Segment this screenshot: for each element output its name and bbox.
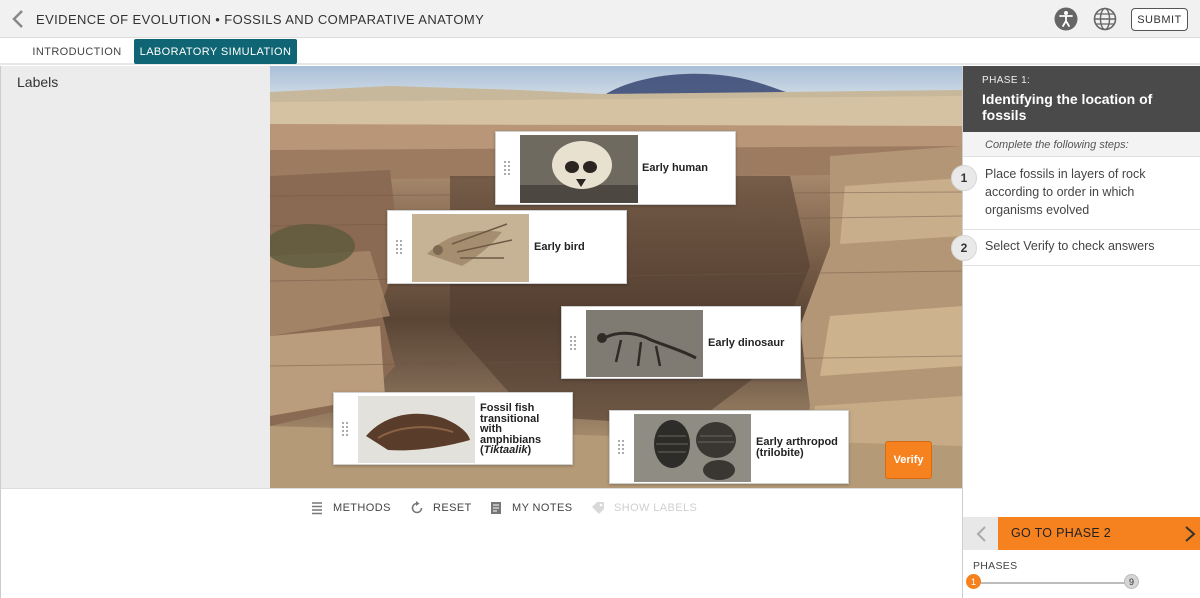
fossil-card-tiktaalik[interactable]: Fossil fish transitional with amphibians… <box>333 392 573 465</box>
drag-handle-icon[interactable] <box>503 160 511 176</box>
tab-bar: INTRODUCTION LABORATORY SIMULATION <box>0 38 1200 65</box>
step-number: 1 <box>951 165 977 191</box>
fossil-label: Early arthropod (trilobite) <box>756 437 838 458</box>
phase-progress-track <box>973 582 1133 584</box>
phase-title: Identifying the location of fossils <box>982 91 1153 123</box>
fossil-label-line: (Tiktaalik) <box>480 444 532 456</box>
methods-label: METHODS <box>333 502 391 514</box>
fossil-label-line: with <box>480 423 502 435</box>
phase-panel: PHASE 1: Identifying the location of fos… <box>951 66 1200 598</box>
current-phase-marker[interactable]: 1 <box>966 574 981 589</box>
submit-button[interactable]: SUBMIT <box>1131 8 1188 31</box>
fossil-label: Early human <box>642 162 709 174</box>
my-notes-button[interactable]: MY NOTES <box>489 500 572 516</box>
bottom-toolbar: METHODS RESET MY NOTES SHOW LABELS <box>0 488 962 598</box>
my-notes-label: MY NOTES <box>512 502 573 514</box>
tab-introduction[interactable]: INTRODUCTION <box>24 39 130 64</box>
drag-handle-icon[interactable] <box>617 439 625 455</box>
last-phase-marker[interactable]: 9 <box>1124 574 1139 589</box>
labels-title: Labels <box>17 74 59 90</box>
step-text: Select Verify to check answers <box>985 239 1155 253</box>
show-labels-label: SHOW LABELS <box>614 502 698 514</box>
fossil-label-line: Early arthropod <box>756 436 838 448</box>
drag-handle-icon[interactable] <box>569 334 577 351</box>
top-bar: EVIDENCE OF EVOLUTION • FOSSILS AND COMP… <box>0 0 1200 38</box>
next-phase-button[interactable]: GO TO PHASE 2 <box>998 517 1200 550</box>
labels-panel: Labels <box>0 66 270 488</box>
drag-handle-icon[interactable] <box>395 239 403 255</box>
fossil-label: Fossil fish transitional with amphibians… <box>480 403 541 456</box>
show-labels-button[interactable]: SHOW LABELS <box>591 500 697 516</box>
steps-intro: Complete the following steps: <box>963 132 1200 157</box>
phase-navigation: GO TO PHASE 2 <box>963 517 1200 550</box>
methods-button[interactable]: METHODS <box>310 500 391 516</box>
accessibility-icon[interactable] <box>1054 7 1078 31</box>
phases-label: PHASES <box>973 560 1018 572</box>
next-phase-label: GO TO PHASE 2 <box>1011 526 1111 540</box>
notes-icon <box>491 502 501 514</box>
dinosaur-fossil-image <box>586 310 703 377</box>
step-item: 1 Place fossils in layers of rock accord… <box>951 158 1200 230</box>
fish-fossil-image <box>358 396 475 463</box>
phase-header: PHASE 1: Identifying the location of fos… <box>963 66 1200 132</box>
step-number: 2 <box>951 235 977 261</box>
reset-label: RESET <box>433 502 472 514</box>
step-item: 2 Select Verify to check answers <box>951 230 1200 266</box>
fossil-label: Early dinosaur <box>708 337 785 349</box>
drag-handle-icon[interactable] <box>341 420 349 437</box>
previous-phase-button[interactable] <box>963 517 998 550</box>
reset-button[interactable]: RESET <box>410 500 472 516</box>
reset-icon <box>411 501 423 514</box>
fossil-label-line: Fossil fish <box>480 402 535 414</box>
fossil-card-early-human[interactable]: Early human <box>495 131 736 205</box>
chevron-right-icon <box>1185 526 1196 542</box>
globe-icon[interactable] <box>1093 7 1117 31</box>
fossil-label: Early bird <box>534 241 585 253</box>
skull-fossil-image <box>520 135 638 203</box>
fossil-card-early-bird[interactable]: Early bird <box>387 210 627 284</box>
trilobite-fossil-image <box>634 414 751 482</box>
back-arrow-icon[interactable] <box>8 8 28 30</box>
fossil-card-early-arthropod[interactable]: Early arthropod (trilobite) <box>609 410 849 484</box>
phase-number: PHASE 1: <box>982 75 1031 86</box>
verify-button[interactable]: Verify <box>885 441 932 479</box>
fossil-italic-name: Tiktaalik <box>483 444 528 456</box>
tag-icon <box>592 502 604 514</box>
step-text: Place fossils in layers of rock accordin… <box>985 167 1146 217</box>
bird-fossil-image <box>412 214 529 282</box>
chevron-left-icon <box>976 525 986 542</box>
fossil-card-early-dinosaur[interactable]: Early dinosaur <box>561 306 801 379</box>
tab-laboratory-simulation[interactable]: LABORATORY SIMULATION <box>134 39 297 64</box>
fossil-label-line: (trilobite) <box>756 446 804 459</box>
list-icon <box>312 502 322 515</box>
app-title: EVIDENCE OF EVOLUTION • FOSSILS AND COMP… <box>36 12 485 27</box>
